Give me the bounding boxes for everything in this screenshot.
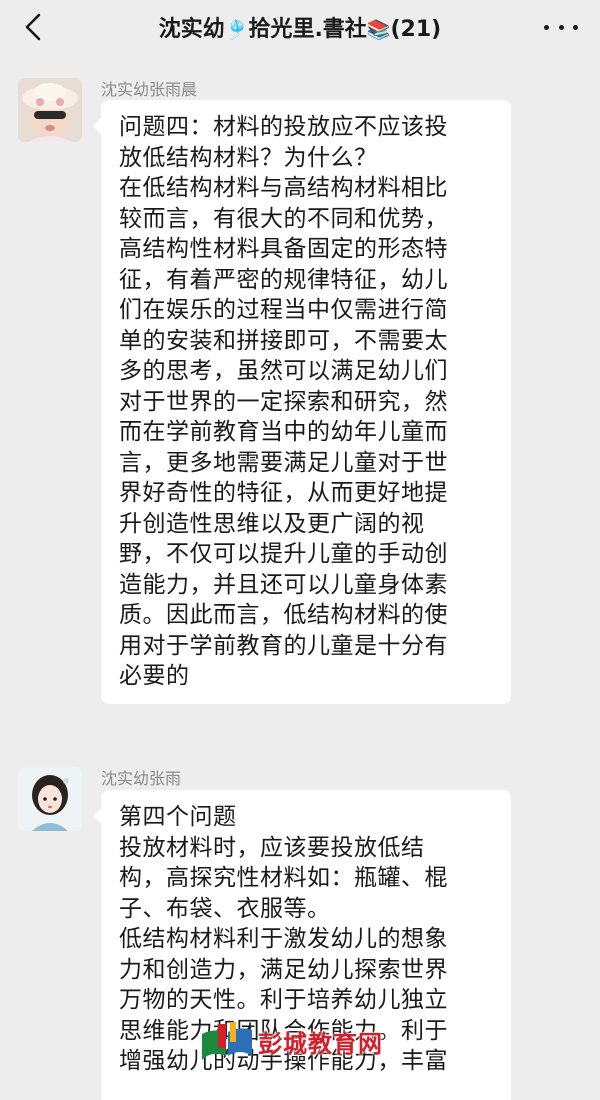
avatar[interactable]: [18, 78, 82, 142]
more-options-icon[interactable]: [544, 22, 578, 32]
message-text-line: 界好奇性的特征，从而更好地提: [119, 480, 448, 506]
message-text-line: 野，不仅可以提升儿童的手动创: [119, 541, 448, 567]
message-text-line: 多的思考，虽然可以满足幼儿们: [119, 358, 448, 384]
message-text-line: 质。因此而言，低结构材料的使: [119, 602, 448, 628]
watermark: 彭城教育网: [198, 1020, 438, 1068]
chat-title-name: 拾光里.書社: [248, 17, 367, 42]
watermark-logo: [202, 1022, 252, 1060]
chat-header: 沈实幼🎐拾光里.書社📚(21): [0, 0, 600, 52]
message-text-line: 高结构性材料具备固定的形态特: [119, 236, 448, 262]
avatar-illustration: [18, 767, 82, 831]
message-text-line: 必要的: [119, 663, 190, 689]
message-text-line: 投放材料时，应该要投放低结: [119, 834, 425, 861]
message-text-line: 言，更多地需要满足儿童对于世: [119, 449, 448, 476]
message-text-line: 问题四：材料的投放应不应该投: [119, 114, 448, 140]
more-dot: [558, 24, 564, 30]
message-text-line: 万物的天性。利于培养幼儿独立: [119, 987, 448, 1013]
message-text-line: 构，高探究性材料如：瓶罐、棍: [119, 865, 448, 891]
message-text-line: 第四个问题: [119, 804, 237, 830]
message-text-line: 征，有着严密的规律特征，幼儿: [119, 266, 448, 293]
member-count: (21): [390, 17, 442, 42]
message-text-line: 升创造性思维以及更广阔的视: [119, 510, 425, 537]
chat-title: 沈实幼🎐拾光里.書社📚(21): [80, 11, 520, 43]
chat-title-prefix: 沈实幼: [158, 17, 225, 42]
message-text-line: 放低结构材料？为什么？: [119, 144, 378, 171]
avatar[interactable]: [18, 767, 82, 831]
back-arrow-icon[interactable]: [20, 12, 50, 42]
more-dot: [573, 24, 578, 30]
message-text-line: 力和创造力，满足幼儿探索世界: [119, 956, 448, 983]
message-text-line: 们在娱乐的过程当中仅需进行简: [119, 297, 448, 323]
message-text-line: 在低结构材料与高结构材料相比: [119, 175, 448, 201]
more-dot: [544, 24, 549, 30]
wind-chime-icon: 🎐: [224, 19, 249, 41]
message-text-line: 单的安装和拼接即可，不需要太: [119, 327, 448, 354]
message-text-line: 较而言，有很大的不同和优势，: [119, 205, 448, 232]
message-text-line: 对于世界的一定探索和研究，然: [119, 388, 448, 415]
message-bubble[interactable]: 问题四：材料的投放应不应该投 放低结构材料？为什么？ 在低结构材料与高结构材料相比较…: [93, 100, 511, 704]
message-text-line: 用对于学前教育的儿童是十分有: [119, 632, 448, 659]
sender-name: 沈实幼张雨: [101, 769, 182, 788]
sender-name: 沈实幼张雨晨: [101, 80, 198, 99]
message-text-line: 而在学前教育当中的幼年儿童而: [119, 419, 448, 445]
books-icon: 📚: [366, 19, 391, 41]
message-text-line: 造能力，并且还可以儿童身体素: [119, 571, 448, 598]
message-text-line: 低结构材料利于激发幼儿的想象: [119, 926, 448, 952]
message-text-line: 子、布袋、衣服等。: [119, 895, 331, 922]
watermark-text: 彭城教育网: [258, 1030, 383, 1058]
avatar-photo: [18, 78, 82, 142]
